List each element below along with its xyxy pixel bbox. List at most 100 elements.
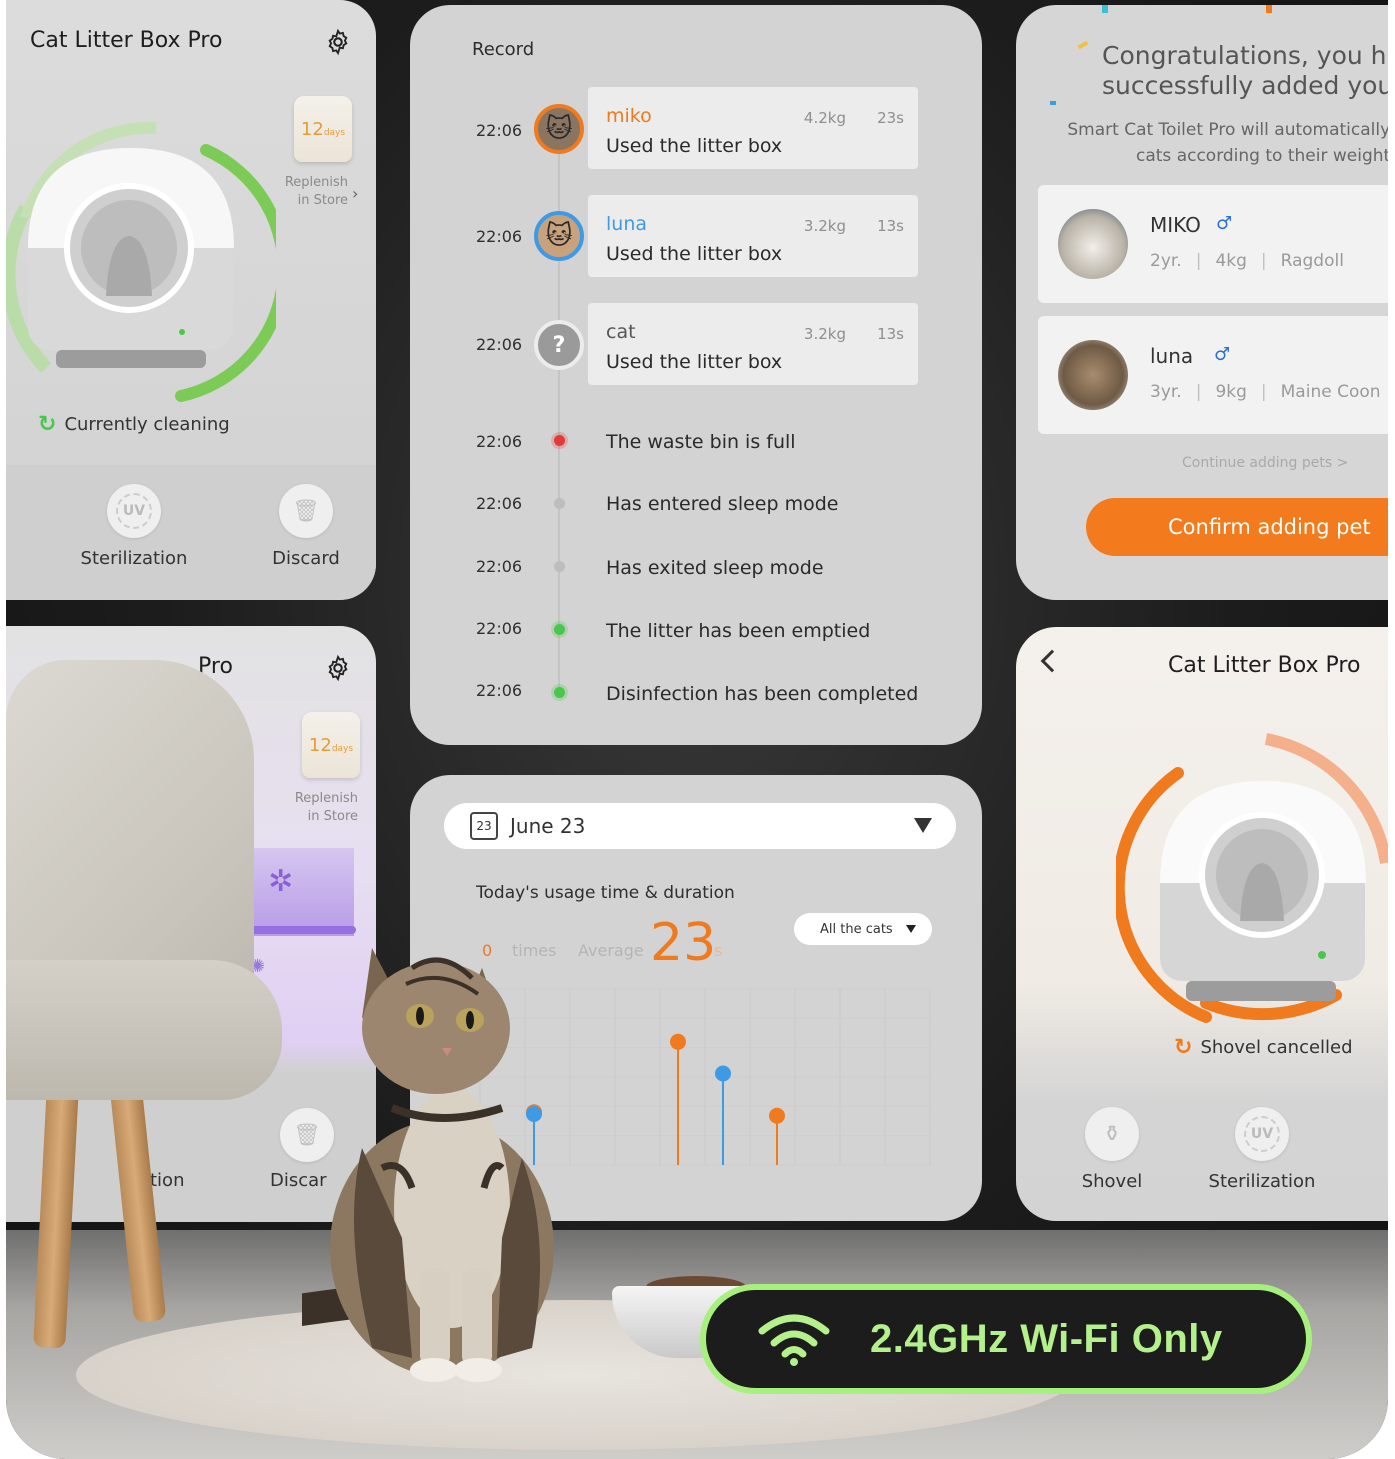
- cat-weight: 3.2kg: [803, 217, 846, 235]
- device-title: Cat Litter Box Pro: [1168, 653, 1361, 678]
- shovel-button[interactable]: ⚱ Shovel: [1042, 1107, 1182, 1192]
- wifi-badge: 2.4GHz Wi-Fi Only: [700, 1284, 1312, 1394]
- uv-icon: UV: [1244, 1116, 1280, 1152]
- back-arrow-icon[interactable]: [1040, 649, 1064, 673]
- cat-face-icon: 🐱: [545, 221, 573, 251]
- status-dot-green: [554, 687, 565, 698]
- uv-icon: UV: [116, 493, 152, 529]
- litter-bag-icon[interactable]: 12days: [302, 712, 360, 778]
- replenish-label: Replenish: [294, 791, 358, 806]
- refresh-icon: ↻: [38, 412, 57, 437]
- confetti: [1102, 5, 1108, 13]
- replenish-label: Replenish: [284, 175, 348, 190]
- event-text: The waste bin is full: [606, 431, 796, 453]
- bag-days: 12: [308, 734, 332, 756]
- status-text: Currently cleaning: [64, 414, 230, 435]
- pet-weight: 4kg: [1215, 251, 1247, 271]
- record-card[interactable]: miko 4.2kg 23s Used the litter box: [588, 87, 918, 169]
- date-selector[interactable]: 23 June 23: [444, 803, 956, 849]
- cleaning-status: ↻ Currently cleaning: [38, 412, 230, 437]
- litter-bag-icon[interactable]: 12days: [294, 96, 352, 162]
- use-duration: 23s: [877, 109, 904, 127]
- event-text: The litter has been emptied: [606, 620, 871, 642]
- sterilization-label[interactable]: tion: [150, 1170, 184, 1191]
- dropdown-arrow-icon: [914, 818, 932, 833]
- avatar-unknown-cat[interactable]: ?: [534, 320, 584, 370]
- trash-icon: 🗑: [292, 498, 320, 524]
- refresh-icon: ↻: [1174, 1035, 1193, 1060]
- avatar-luna[interactable]: 🐱: [534, 211, 584, 261]
- sterilization-button[interactable]: UV Sterilization: [64, 484, 204, 569]
- congrats-line: Congratulations, you ha: [1102, 41, 1388, 70]
- male-icon: ♂: [1214, 344, 1231, 365]
- armchair-seat: [6, 960, 282, 1100]
- discard-label: Discard: [272, 548, 340, 569]
- in-store-label: in Store: [297, 193, 348, 208]
- pet-name: MIKO: [1150, 213, 1201, 237]
- bag-unit: days: [323, 127, 346, 138]
- pet-card[interactable]: MIKO ♂ 2yr. | 4kg | Ragdoll: [1038, 185, 1388, 303]
- event-time: 22:06: [476, 494, 523, 513]
- chart-point[interactable]: [715, 1065, 731, 1082]
- congrats-heading: Congratulations, you ha successfully add…: [1102, 41, 1388, 101]
- confirm-adding-pet-button[interactable]: Confirm adding pet: [1086, 498, 1388, 556]
- status-dot-red: [554, 435, 565, 446]
- dropdown-arrow-icon: [906, 925, 916, 933]
- calendar-day: 23: [476, 819, 492, 833]
- sterilization-label: Sterilization: [80, 548, 188, 569]
- chevron-right-icon: ›: [352, 184, 359, 203]
- event-time: 22:06: [476, 432, 523, 451]
- pet-breed: Maine Coon: [1280, 382, 1381, 402]
- pet-photo: [1058, 209, 1128, 279]
- replenish-link[interactable]: Replenish in Store: [278, 790, 358, 826]
- pet-age: 2yr.: [1150, 251, 1182, 271]
- entry-time: 22:06: [476, 121, 523, 140]
- add-pet-panel: Congratulations, you ha successfully add…: [1016, 5, 1388, 600]
- record-card[interactable]: luna 3.2kg 13s Used the litter box: [588, 195, 918, 277]
- cat-filter-value: All the cats: [820, 921, 893, 937]
- sterilization-button[interactable]: UV Sterilization: [1192, 1107, 1332, 1192]
- pet-meta: 3yr. | 9kg | Maine Coon: [1150, 382, 1381, 402]
- cat-weight: 4.2kg: [803, 109, 846, 127]
- chart-point[interactable]: [769, 1107, 785, 1124]
- wifi-badge-text: 2.4GHz Wi-Fi Only: [870, 1316, 1223, 1361]
- selected-date: June 23: [510, 814, 586, 838]
- gear-icon[interactable]: [324, 28, 352, 56]
- subtext-line: cats according to their weight: [1136, 146, 1388, 166]
- confetti: [1077, 40, 1089, 50]
- timeline-line: [558, 115, 560, 695]
- chart-point[interactable]: [670, 1033, 686, 1050]
- congrats-line: successfully added your: [1102, 71, 1388, 100]
- avatar-miko[interactable]: 🐱: [534, 104, 584, 154]
- replenish-link[interactable]: Replenish in Store: [268, 174, 348, 210]
- record-action: Used the litter box: [606, 135, 783, 157]
- pet-photo: [1058, 340, 1128, 410]
- bag-days: 12: [300, 118, 324, 140]
- cat-filter-dropdown[interactable]: All the cats: [794, 913, 932, 945]
- status-text: Shovel cancelled: [1200, 1037, 1353, 1058]
- continue-adding-link[interactable]: Continue adding pets >: [1182, 455, 1348, 471]
- shovel-status: ↻ Shovel cancelled: [1174, 1035, 1353, 1060]
- pet-card[interactable]: luna ♂ 3yr. | 9kg | Maine Coon: [1038, 316, 1388, 434]
- sterilization-label: Sterilization: [1208, 1171, 1316, 1192]
- wifi-icon: [758, 1314, 830, 1366]
- event-time: 22:06: [476, 557, 523, 576]
- usage-title: Today's usage time & duration: [476, 883, 735, 903]
- cat-weight: 3.2kg: [803, 325, 846, 343]
- pet-name: luna: [1150, 344, 1194, 368]
- tabby-cat-photo: [302, 948, 554, 1382]
- record-card[interactable]: cat 3.2kg 13s Used the litter box: [588, 303, 918, 385]
- discard-button[interactable]: 🗑 Discard: [236, 484, 376, 569]
- shovel-label: Shovel: [1081, 1171, 1143, 1192]
- pet-meta: 2yr. | 4kg | Ragdoll: [1150, 251, 1344, 271]
- virus-icon: ✲: [268, 864, 294, 899]
- use-duration: 13s: [877, 325, 904, 343]
- event-time: 22:06: [476, 681, 523, 700]
- congrats-subtext: Smart Cat Toilet Pro will automatically …: [1060, 117, 1388, 169]
- event-text: Has entered sleep mode: [606, 493, 839, 515]
- gear-icon[interactable]: [324, 654, 352, 682]
- stage: Cat Litter Box Pro 12days Replenish in S…: [6, 0, 1388, 1459]
- event-time: 22:06: [476, 619, 523, 638]
- status-dot-grey: [554, 561, 565, 572]
- bag-unit: days: [331, 743, 354, 754]
